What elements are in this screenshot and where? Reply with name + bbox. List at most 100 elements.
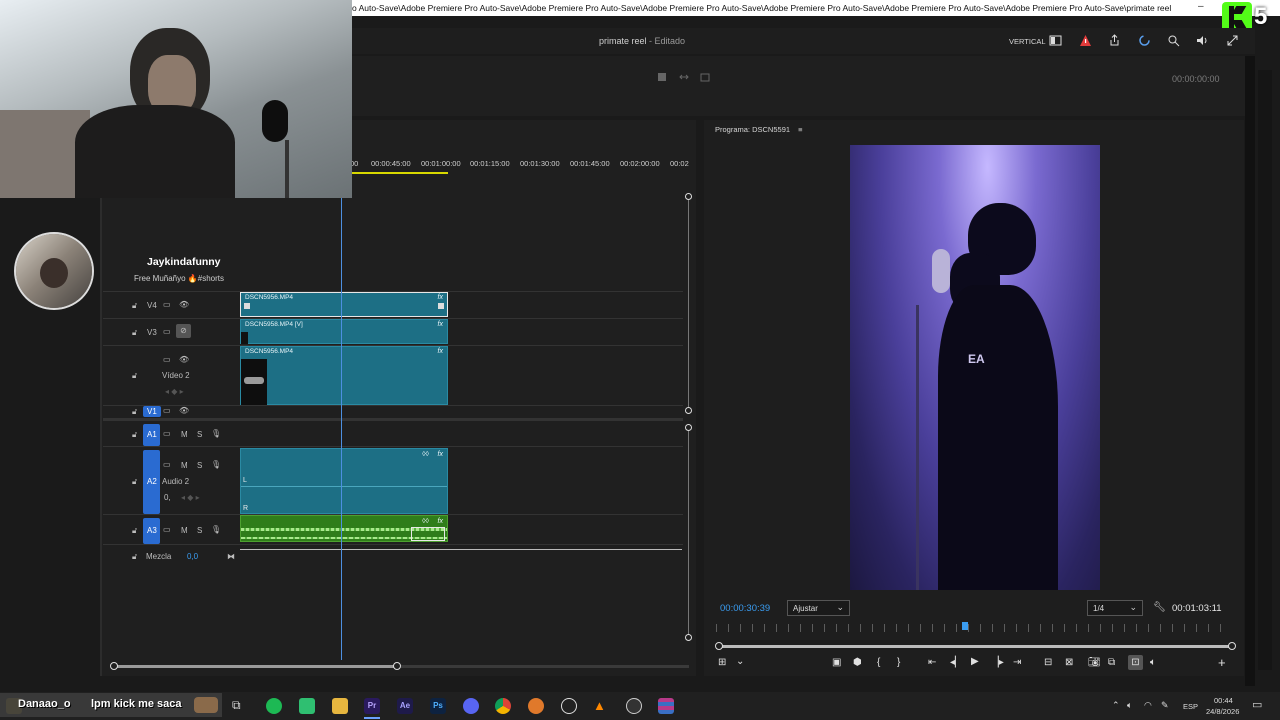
tray-audio-icon[interactable]: 🔈︎	[1127, 700, 1132, 711]
language-indicator[interactable]: ESP	[1183, 702, 1198, 711]
scroll-handle[interactable]	[685, 407, 692, 414]
discord-icon[interactable]	[463, 698, 479, 714]
minimize-button[interactable]: –	[1198, 1, 1204, 12]
mute-button[interactable]: M	[181, 461, 188, 470]
panel-layout-icon[interactable]	[1049, 34, 1062, 47]
mic-icon[interactable]: 🎙︎	[211, 429, 221, 438]
chevron-down-icon[interactable]: ⌄	[736, 656, 744, 667]
warning-icon[interactable]	[1079, 34, 1092, 47]
eye-icon[interactable]: 👁︎	[179, 355, 189, 364]
program-ruler[interactable]	[716, 624, 1232, 632]
track-header-v3[interactable]: 🔓︎ V3 ▭ ⊘	[103, 322, 239, 346]
track-header-mix[interactable]: 🔓︎ Mezcla 0,0 ⧓	[103, 550, 239, 564]
keyframe-nav-icon[interactable]: ◂ ◆ ▸	[181, 493, 200, 502]
browser-icon[interactable]	[528, 698, 544, 714]
expand-icon[interactable]	[679, 72, 689, 82]
step-forward-icon[interactable]: ▕▸	[991, 657, 1004, 668]
capcut-icon[interactable]	[561, 698, 577, 714]
track-label-a2[interactable]: A2	[147, 477, 157, 486]
lock-icon[interactable]: 🔓︎	[132, 328, 137, 338]
compare-icon[interactable]: ⧉	[1108, 657, 1115, 668]
go-to-out-icon[interactable]: ⇥	[1013, 657, 1021, 668]
tray-chevron-icon[interactable]: ⌃	[1112, 700, 1120, 711]
resolution-dropdown[interactable]: 1/4 ⌄	[1087, 600, 1143, 616]
audio-clip-a2[interactable]: fx ◊◊ L R	[240, 448, 448, 514]
timeline-vscroll-upper[interactable]	[688, 196, 689, 411]
eye-icon[interactable]: 👁︎	[179, 300, 189, 309]
scroll-handle[interactable]	[685, 424, 692, 431]
clock-time[interactable]: 00:44	[1214, 696, 1233, 705]
right-scroll-thumb[interactable]	[1258, 70, 1272, 670]
scroll-handle[interactable]	[1228, 642, 1236, 650]
layout-label[interactable]: VERTICAL	[1009, 37, 1046, 46]
solo-button[interactable]: S	[197, 461, 202, 470]
track-label-v4[interactable]: V4	[147, 301, 157, 310]
play-button[interactable]: ▶	[971, 656, 979, 667]
scroll-handle[interactable]	[393, 662, 401, 670]
fit-dropdown[interactable]: Ajustar ⌄	[787, 600, 850, 616]
work-area-bar[interactable]	[352, 172, 448, 174]
program-video-frame[interactable]: EA	[850, 145, 1100, 590]
insert-icon[interactable]: ⊟	[1044, 657, 1052, 668]
track-header-v1[interactable]: 🔓︎ V1 ▭ 👁︎	[103, 406, 239, 418]
audio-icon[interactable]: 🔈︎	[1150, 657, 1156, 668]
track-name-a2[interactable]: Audio 2	[162, 477, 189, 486]
task-view-icon[interactable]: ⧉	[232, 698, 248, 714]
settings-grid-icon[interactable]: ⊞	[718, 657, 726, 668]
keyframe-nav-icon[interactable]: ◂ ◆ ▸	[165, 387, 184, 396]
mic-icon[interactable]: 🎙︎	[211, 460, 221, 469]
timeline-vscroll-lower[interactable]	[688, 427, 689, 637]
mark-out-icon[interactable]: }	[897, 657, 900, 668]
camera-icon[interactable]: 📷︎	[1088, 657, 1101, 668]
track-header-a1[interactable]: 🔓︎ A1 ▭ M S 🎙︎	[103, 424, 239, 446]
winrar-icon[interactable]	[658, 698, 674, 714]
mute-button[interactable]: M	[181, 526, 188, 535]
mute-button[interactable]: M	[181, 430, 188, 439]
list-view-icon[interactable]	[657, 72, 667, 82]
fullscreen-icon[interactable]	[1226, 34, 1239, 47]
audio-clip-a3[interactable]: fx ◊◊	[240, 515, 448, 542]
scroll-handle[interactable]	[685, 193, 692, 200]
eye-hidden-icon[interactable]: ⊘	[176, 324, 191, 338]
mic-icon[interactable]: 🎙︎	[211, 525, 221, 534]
tray-pen-icon[interactable]: ✎	[1161, 700, 1169, 711]
eye-icon[interactable]: 👁︎	[179, 406, 189, 415]
video-clip-v3[interactable]: DSCN5958.MP4 [V] fx	[240, 319, 448, 344]
scroll-handle[interactable]	[715, 642, 723, 650]
scroll-handle[interactable]	[110, 662, 118, 670]
mark-in-icon[interactable]: {	[877, 657, 880, 668]
lock-icon[interactable]: 🔓︎	[132, 477, 137, 487]
clock-date[interactable]: 24/8/2026	[1206, 707, 1239, 716]
photoshop-icon[interactable]: Ps	[430, 698, 446, 714]
mix-end-icon[interactable]: ⧓	[227, 552, 235, 561]
track-header-v4[interactable]: 🔓︎ V4 ▭ 👁︎	[103, 295, 239, 319]
track-header-a3[interactable]: 🔓︎ A3 ▭ M S 🎙︎	[103, 518, 239, 544]
spotify-icon[interactable]	[266, 698, 282, 714]
app-green-icon[interactable]	[299, 698, 315, 714]
export-frame-icon[interactable]	[700, 72, 710, 82]
right-scrollbar[interactable]	[1245, 56, 1255, 686]
vlc-icon[interactable]: ▲	[593, 698, 609, 714]
tray-network-icon[interactable]: ◠	[1144, 700, 1152, 711]
file-explorer-icon[interactable]	[332, 698, 348, 714]
video-clip-v2[interactable]: DSCN5956.MP4 fx	[240, 346, 448, 405]
after-effects-icon[interactable]: Ae	[397, 698, 413, 714]
sync-icon[interactable]: ▭	[163, 429, 171, 438]
sync-icon[interactable]: ▭	[163, 406, 171, 415]
solo-button[interactable]: S	[197, 430, 202, 439]
track-header-a2[interactable]: ▭ M S 🎙︎ 🔓︎ A2 Audio 2 0, ◂ ◆ ▸	[103, 450, 239, 514]
wrench-icon[interactable]: 🔧︎	[1153, 602, 1166, 613]
program-timecode-current[interactable]: 00:00:30:39	[720, 603, 770, 614]
lock-icon[interactable]: 🔓︎	[132, 430, 137, 440]
scroll-handle[interactable]	[685, 634, 692, 641]
go-to-in-icon[interactable]: ⇤	[928, 657, 936, 668]
solo-button[interactable]: S	[197, 526, 202, 535]
lock-icon[interactable]: 🔓︎	[132, 407, 137, 417]
add-marker-icon[interactable]: ⬢	[853, 657, 862, 668]
safe-margins-icon[interactable]: ⊡	[1128, 655, 1143, 670]
panel-menu-icon[interactable]: ≡	[798, 125, 802, 134]
timeline-hscroll-thumb[interactable]	[114, 665, 397, 668]
sync-icon[interactable]: ▭	[163, 460, 171, 469]
track-label-v1[interactable]: V1	[143, 406, 161, 417]
chrome-icon[interactable]	[495, 698, 511, 714]
